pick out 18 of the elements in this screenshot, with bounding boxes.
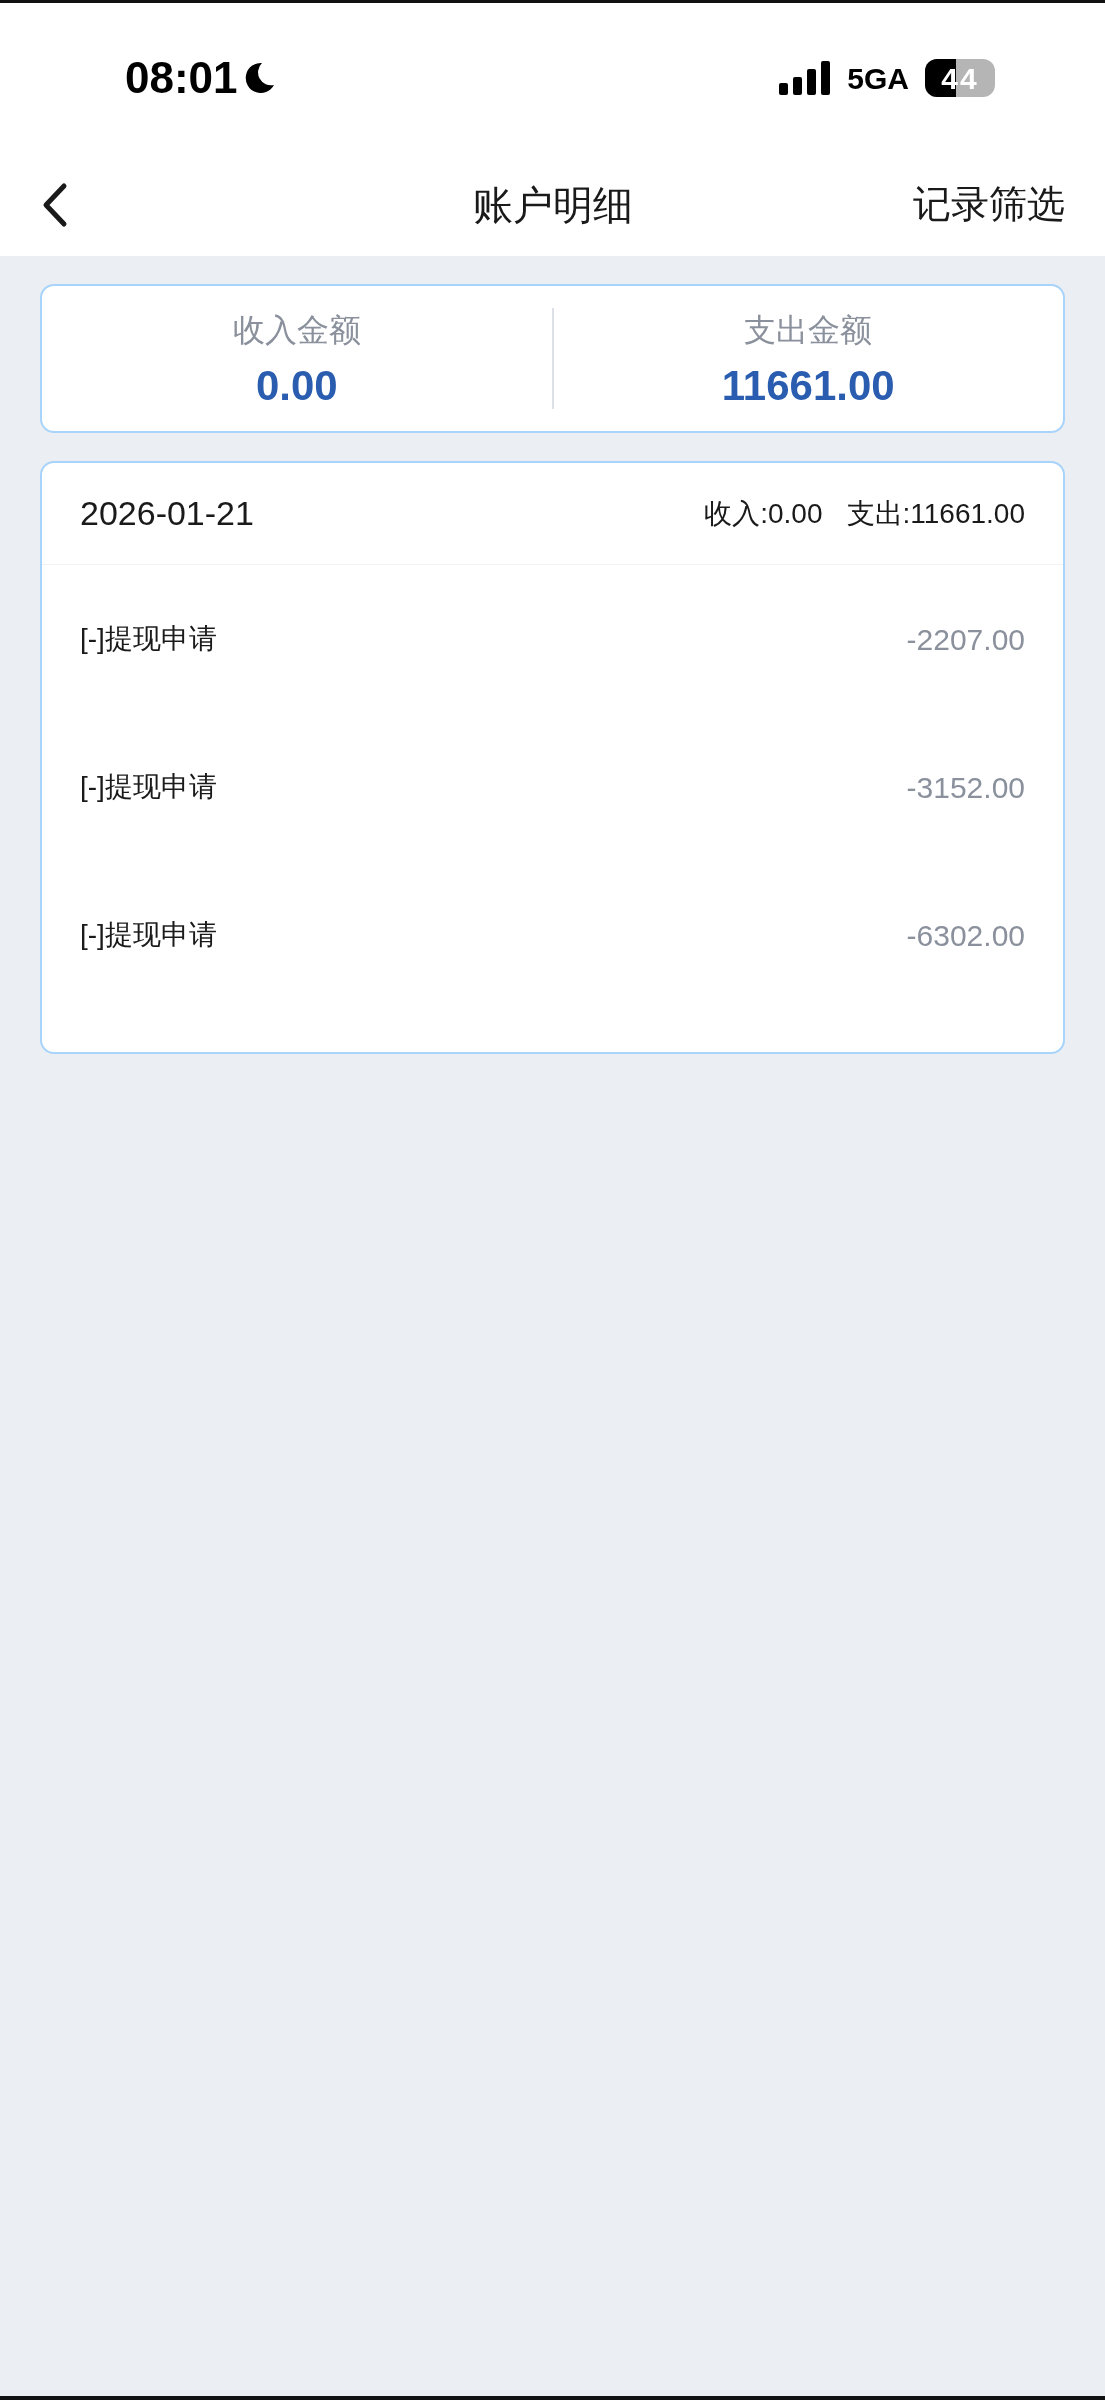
record-title: [-]提现申请 <box>80 770 217 804</box>
status-time: 08:01 <box>125 52 238 104</box>
signal-icon <box>779 61 832 95</box>
record-amount: -6302.00 <box>906 917 1025 954</box>
record-amount: -3152.00 <box>906 769 1025 806</box>
summary-label: 支出金额 <box>744 311 873 350</box>
summary-amount: 0.00 <box>255 361 338 411</box>
filter-link[interactable]: 记录筛选 <box>913 176 1065 233</box>
summary-label: 收入金额 <box>232 311 361 350</box>
day-expense: 支出:11661.00 <box>846 496 1025 531</box>
record-amount: -2207.00 <box>906 621 1025 658</box>
day-income: 收入:0.00 <box>704 496 823 531</box>
record-date: 2026-01-21 <box>80 493 254 534</box>
summary-amount: 11661.00 <box>721 361 895 411</box>
network-label: 5GA <box>847 60 909 97</box>
record-title: [-]提现申请 <box>80 918 217 952</box>
page-title: 账户明细 <box>472 181 633 229</box>
record-title: [-]提现申请 <box>80 622 217 656</box>
